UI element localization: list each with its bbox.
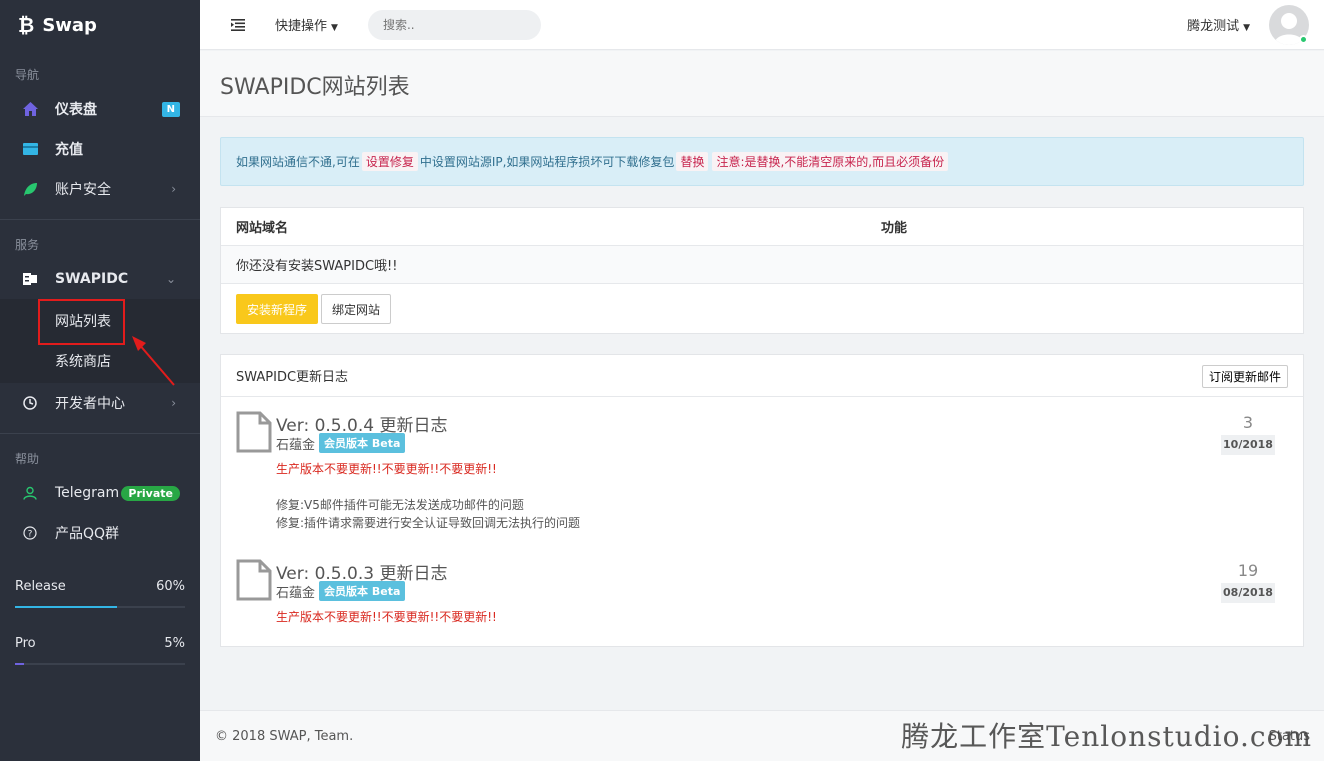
chevron-down-icon: ⌄ bbox=[165, 272, 176, 286]
sidebar-item-security[interactable]: 账户安全 › bbox=[0, 169, 200, 209]
alert-code-repair: 设置修复 bbox=[361, 152, 418, 171]
changelog-title: SWAPIDC更新日志 bbox=[236, 370, 349, 385]
progress-label: Pro bbox=[15, 636, 36, 651]
sidebar-item-telegram[interactable]: Telegram Private bbox=[0, 473, 200, 513]
sidebar-item-label: SWAPIDC bbox=[55, 271, 129, 287]
entry-day: 3 bbox=[1242, 413, 1254, 432]
column-header-function: 功能 bbox=[881, 221, 908, 236]
brand-name: Swap bbox=[42, 14, 97, 36]
private-badge: Private bbox=[121, 485, 180, 501]
online-status-dot bbox=[1299, 35, 1308, 44]
sidebar-item-label: 充值 bbox=[55, 142, 83, 158]
progress-fill bbox=[15, 606, 117, 608]
progress-pro: Pro 5% bbox=[15, 636, 185, 651]
subscribe-updates-button[interactable]: 订阅更新邮件 bbox=[1201, 365, 1288, 388]
top-header: 快捷操作▼ 腾龙测试▼ bbox=[200, 0, 1324, 50]
annotation-box bbox=[38, 299, 125, 345]
sidebar-item-recharge[interactable]: 充值 bbox=[0, 129, 200, 169]
progress-bar-pro bbox=[15, 663, 185, 665]
sites-table-card: 网站域名 功能 你还没有安装SWAPIDC哦!! 安装新程序 绑定网站 bbox=[220, 207, 1304, 334]
entry-line: 修复:V5邮件插件可能无法发送成功邮件的问题 bbox=[276, 498, 524, 512]
leaf-icon bbox=[22, 181, 38, 197]
clock-icon bbox=[22, 395, 38, 411]
brand[interactable]: ₿ Swap bbox=[0, 0, 200, 50]
changelog-card: SWAPIDC更新日志 订阅更新邮件 Ver: 0.5.0.4 更新日志 石蕴金… bbox=[220, 354, 1304, 647]
entry-warning: 生产版本不要更新!!不要更新!!不要更新!! bbox=[276, 462, 497, 476]
help-section-label: 帮助 bbox=[15, 452, 40, 466]
progress-block: Release 60% Pro 5% bbox=[0, 579, 200, 665]
bind-site-button[interactable]: 绑定网站 bbox=[321, 294, 392, 324]
home-icon bbox=[22, 101, 38, 117]
entry-author: 石蕴金 会员版本 Beta bbox=[276, 581, 406, 601]
caret-down-icon: ▼ bbox=[1243, 23, 1250, 33]
credit-card-icon bbox=[22, 141, 38, 157]
search-input[interactable] bbox=[382, 17, 533, 32]
sidebar-item-label: 仪表盘 bbox=[55, 102, 97, 118]
author-name: 石蕴金 bbox=[276, 585, 316, 601]
watermark: 腾龙工作室Tenlonstudio.com bbox=[901, 720, 1312, 753]
user-menu[interactable]: 腾龙测试 ▼ bbox=[1187, 15, 1250, 34]
entry-warning: 生产版本不要更新!!不要更新!!不要更新!! bbox=[276, 610, 497, 624]
progress-value: 60% bbox=[156, 579, 185, 594]
table-row: 你还没有安装SWAPIDC哦!! bbox=[221, 246, 1303, 284]
entry-line: 修复:插件请求需要进行安全认证导致回调无法执行的问题 bbox=[276, 516, 581, 530]
changelog-entry: Ver: 0.5.0.4 更新日志 石蕴金 会员版本 Beta 生产版本不要更新… bbox=[236, 411, 1290, 541]
sidebar-item-label: 产品QQ群 bbox=[55, 526, 120, 542]
sidebar-item-swapidc[interactable]: SWAPIDC ⌄ bbox=[0, 259, 200, 299]
alert-text: 中设置网站源IP,如果网站程序损坏可下载修复包 bbox=[419, 155, 675, 169]
progress-fill bbox=[15, 663, 24, 665]
entry-author: 石蕴金 会员版本 Beta bbox=[276, 433, 406, 453]
question-circle-icon: ? bbox=[22, 525, 38, 541]
bitcoin-logo-icon: ₿ bbox=[18, 12, 35, 37]
caret-down-icon: ▼ bbox=[331, 23, 338, 33]
progress-bar-release bbox=[15, 606, 185, 608]
page-header: SWAPIDC网站列表 bbox=[200, 51, 1324, 117]
file-icon bbox=[236, 411, 272, 453]
chevron-right-icon: › bbox=[171, 182, 176, 196]
entry-month: 10/2018 bbox=[1221, 435, 1275, 455]
entry-day: 19 bbox=[1237, 561, 1259, 580]
table-header: 网站域名 功能 bbox=[221, 208, 1303, 246]
sidebar-item-dev-center[interactable]: 开发者中心 › bbox=[0, 383, 200, 423]
quick-actions-dropdown[interactable]: 快捷操作 ▼ bbox=[275, 15, 338, 34]
version-badge: 会员版本 Beta bbox=[319, 433, 406, 453]
changelog-header: SWAPIDC更新日志 bbox=[221, 355, 1303, 397]
user-icon bbox=[22, 485, 38, 501]
sidebar-item-qq-group[interactable]: ? 产品QQ群 bbox=[0, 513, 200, 553]
file-icon bbox=[236, 559, 272, 601]
entry-month: 08/2018 bbox=[1221, 583, 1275, 603]
column-header-domain: 网站域名 bbox=[236, 221, 289, 236]
alert-code-replace: 替换 bbox=[676, 152, 709, 171]
page-title: SWAPIDC网站列表 bbox=[220, 75, 410, 100]
version-badge: 会员版本 Beta bbox=[319, 581, 406, 601]
server-icon bbox=[22, 271, 38, 287]
search-box bbox=[367, 9, 541, 40]
chevron-right-icon: › bbox=[171, 396, 176, 410]
install-program-button[interactable]: 安装新程序 bbox=[236, 294, 319, 324]
sidebar-item-label: Telegram bbox=[55, 485, 120, 501]
alert-code-notice: 注意:是替换,不能清空原来的,而且必须备份 bbox=[712, 152, 949, 171]
progress-label: Release bbox=[15, 579, 66, 594]
menu-toggle-icon[interactable] bbox=[231, 18, 245, 31]
changelog-entry: Ver: 0.5.0.3 更新日志 石蕴金 会员版本 Beta 生产版本不要更新… bbox=[236, 559, 1290, 629]
sidebar-item-dashboard[interactable]: 仪表盘 N bbox=[0, 89, 200, 129]
progress-release: Release 60% bbox=[15, 579, 185, 594]
sidebar-item-label: 账户安全 bbox=[55, 182, 111, 198]
table-actions: 安装新程序 绑定网站 bbox=[221, 284, 1303, 334]
progress-value: 5% bbox=[164, 636, 185, 651]
annotation-arrow-icon bbox=[132, 336, 175, 386]
info-alert: 如果网站通信不通,可在 设置修复 中设置网站源IP,如果网站程序损坏可下载修复包… bbox=[220, 137, 1304, 186]
quick-actions-label: 快捷操作 bbox=[275, 19, 328, 34]
nav-section-label: 导航 bbox=[15, 68, 40, 82]
alert-text: 如果网站通信不通,可在 bbox=[236, 155, 360, 169]
user-name: 腾龙测试 bbox=[1187, 19, 1240, 34]
new-badge: N bbox=[161, 101, 180, 117]
copyright: © 2018 SWAP, Team. bbox=[215, 729, 354, 744]
services-section-label: 服务 bbox=[15, 238, 40, 252]
svg-text:?: ? bbox=[28, 530, 33, 540]
sidebar-item-label: 开发者中心 bbox=[55, 396, 125, 412]
author-name: 石蕴金 bbox=[276, 437, 316, 453]
